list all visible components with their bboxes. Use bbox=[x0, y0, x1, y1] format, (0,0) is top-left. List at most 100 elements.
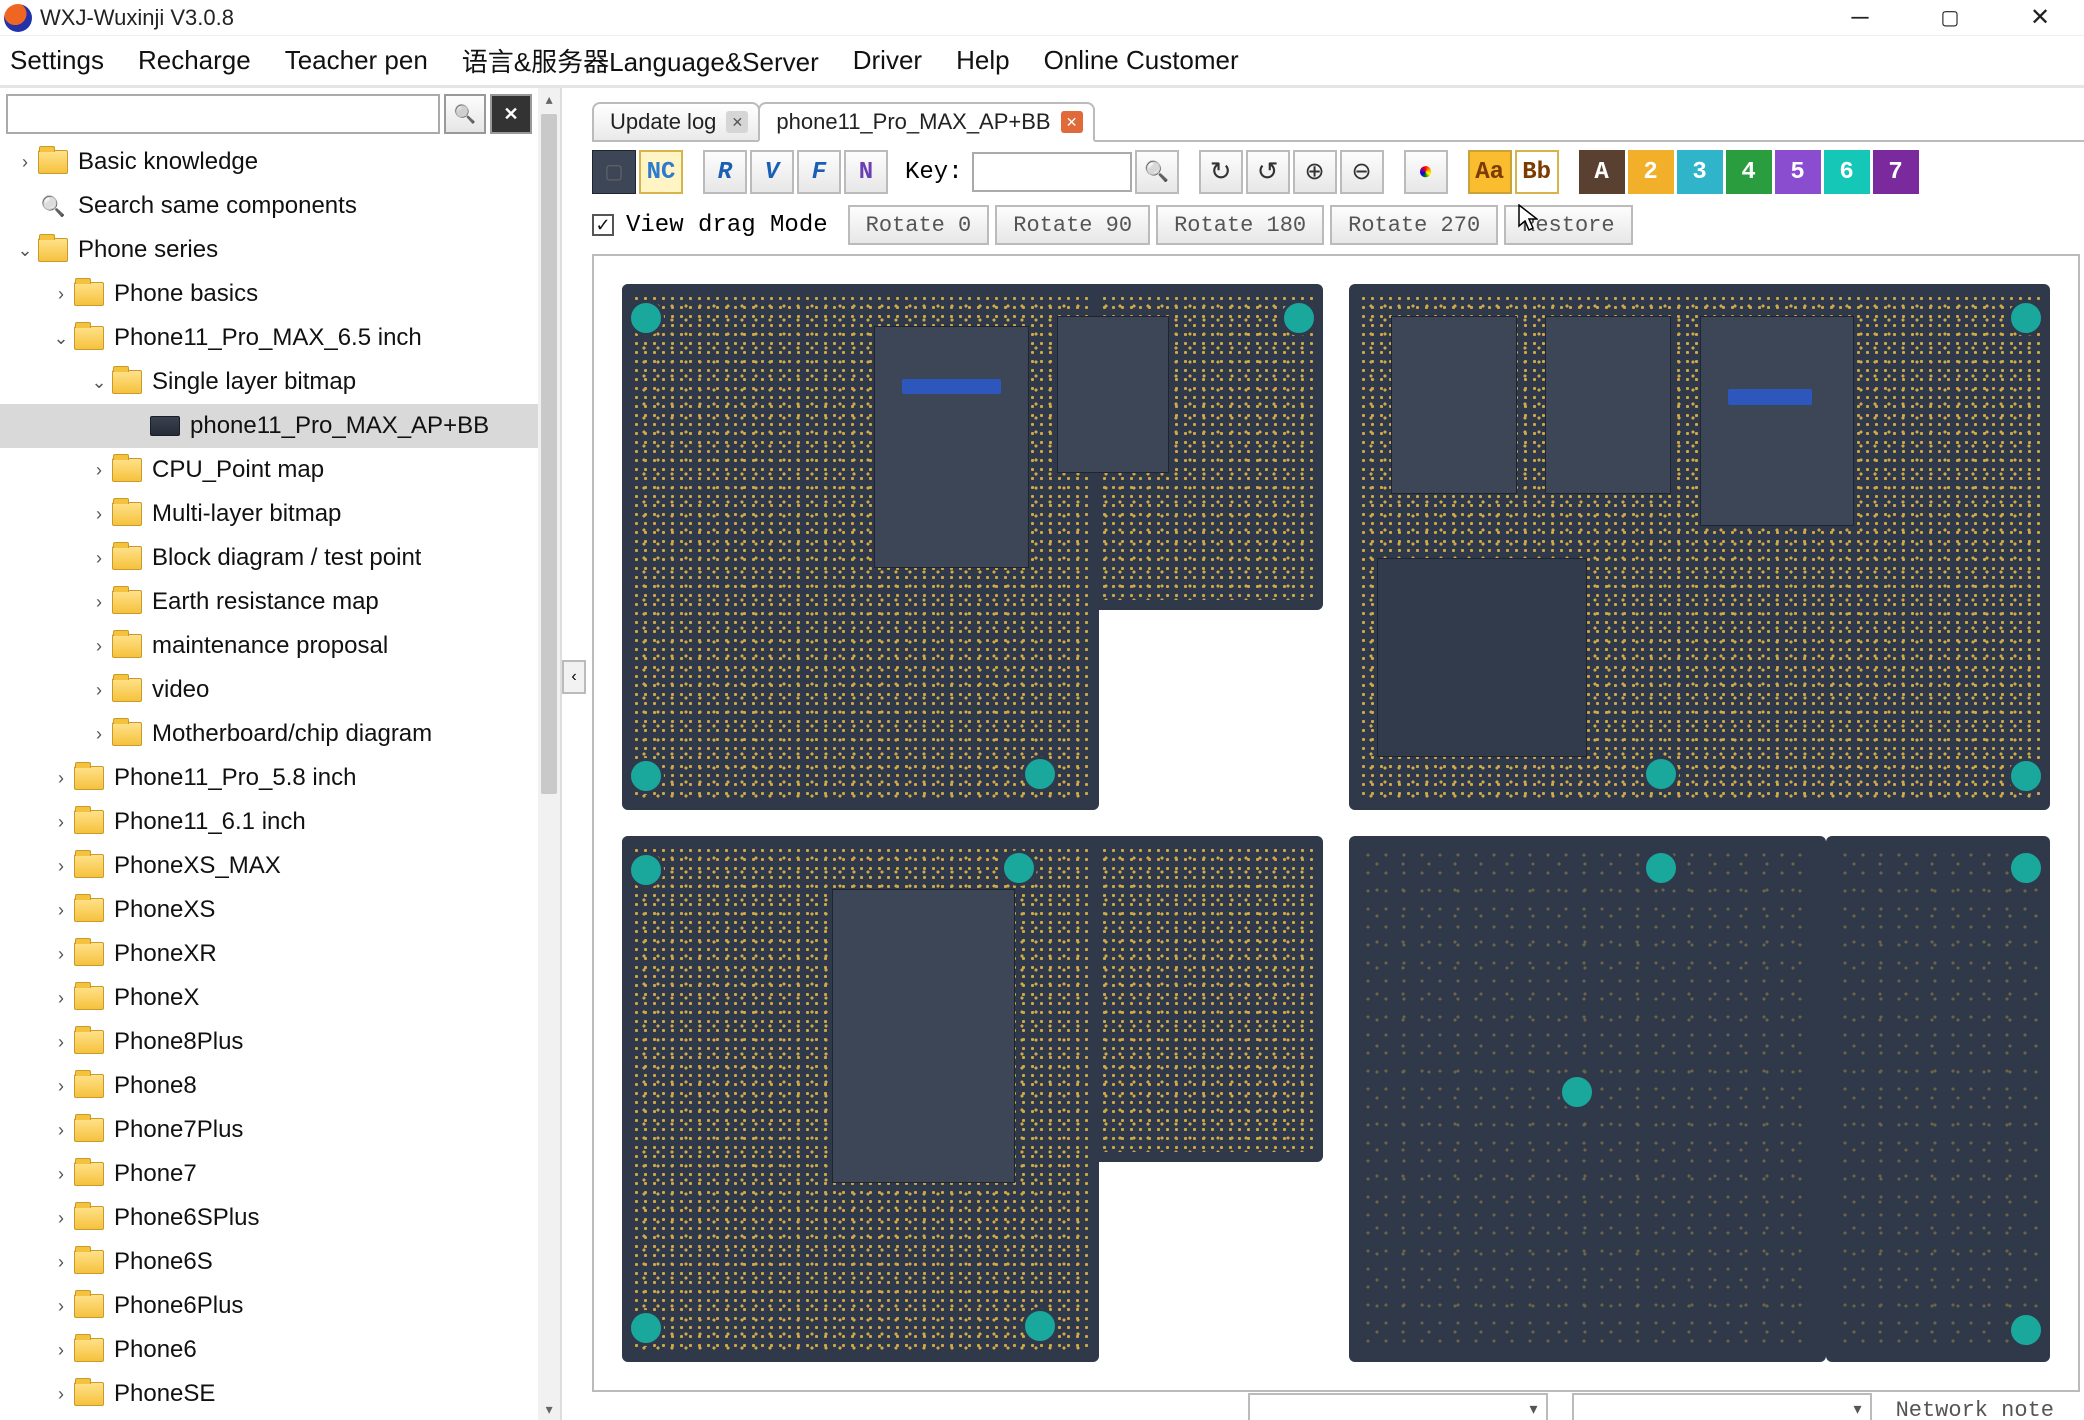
chevron-down-icon[interactable] bbox=[86, 372, 112, 393]
text-aa-button[interactable]: Aa bbox=[1468, 150, 1512, 194]
tree-row[interactable]: video bbox=[0, 668, 538, 712]
sidebar-search-input[interactable] bbox=[6, 94, 440, 134]
rotate-cw-icon-button[interactable] bbox=[1199, 150, 1243, 194]
tree-row[interactable]: Phone7 bbox=[0, 1152, 538, 1196]
tree-row[interactable]: Phone11_Pro_MAX_6.5 inch bbox=[0, 316, 538, 360]
menu-help[interactable]: Help bbox=[956, 45, 1009, 76]
chevron-right-icon[interactable] bbox=[86, 636, 112, 657]
layer-swatch-7[interactable]: 7 bbox=[1873, 150, 1919, 194]
tree-row[interactable]: phone11_Pro_MAX_AP+BB bbox=[0, 404, 538, 448]
n-button[interactable]: N bbox=[844, 150, 888, 194]
tree-row[interactable]: Phone6Plus bbox=[0, 1284, 538, 1328]
layer-swatch-6[interactable]: 6 bbox=[1824, 150, 1870, 194]
tree-row[interactable]: Basic knowledge bbox=[0, 140, 538, 184]
chevron-right-icon[interactable] bbox=[48, 1032, 74, 1053]
chevron-right-icon[interactable] bbox=[48, 900, 74, 921]
chevron-right-icon[interactable] bbox=[48, 1296, 74, 1317]
tree-row[interactable]: Phone series bbox=[0, 228, 538, 272]
scroll-down-icon[interactable] bbox=[538, 1398, 560, 1420]
board-canvas[interactable] bbox=[592, 254, 2080, 1392]
tree-row[interactable]: PhoneSE bbox=[0, 1372, 538, 1416]
tab-update-log[interactable]: Update log bbox=[592, 102, 760, 142]
tree-row[interactable]: Phone11_6.1 inch bbox=[0, 800, 538, 844]
tree-row[interactable]: Phone6 bbox=[0, 1328, 538, 1372]
footer-dropdown-2[interactable] bbox=[1572, 1393, 1872, 1420]
chevron-right-icon[interactable] bbox=[48, 988, 74, 1009]
chevron-right-icon[interactable] bbox=[48, 1164, 74, 1185]
tree-row[interactable]: PhoneXS_MAX bbox=[0, 844, 538, 888]
scroll-thumb[interactable] bbox=[541, 114, 557, 794]
sidebar-collapse-handle[interactable] bbox=[562, 660, 586, 694]
menu-teacher-pen[interactable]: Teacher pen bbox=[285, 45, 428, 76]
tree-row[interactable]: Phone7Plus bbox=[0, 1108, 538, 1152]
chevron-right-icon[interactable] bbox=[48, 1208, 74, 1229]
close-window-button[interactable] bbox=[2018, 3, 2062, 33]
chevron-right-icon[interactable] bbox=[48, 812, 74, 833]
sidebar-scrollbar[interactable] bbox=[538, 88, 560, 1420]
tree-row[interactable]: PhoneXR bbox=[0, 932, 538, 976]
chevron-right-icon[interactable] bbox=[48, 1120, 74, 1141]
zoom-out-icon-button[interactable] bbox=[1340, 150, 1384, 194]
pcb-view-top-back[interactable] bbox=[1349, 284, 2050, 810]
footer-dropdown-1[interactable] bbox=[1248, 1393, 1548, 1420]
menu-language-server[interactable]: 语言&服务器Language&Server bbox=[462, 42, 819, 79]
chevron-right-icon[interactable] bbox=[86, 460, 112, 481]
scroll-up-icon[interactable] bbox=[538, 88, 560, 110]
tree-row[interactable]: Phone6SPlus bbox=[0, 1196, 538, 1240]
tree-row[interactable]: maintenance proposal bbox=[0, 624, 538, 668]
rotate-90-button[interactable]: Rotate 90 bbox=[995, 205, 1150, 245]
tab-close-icon[interactable] bbox=[1061, 111, 1083, 133]
tree-row[interactable]: PhoneX bbox=[0, 976, 538, 1020]
tree-row[interactable]: Earth resistance map bbox=[0, 580, 538, 624]
tab-board-view[interactable]: phone11_Pro_MAX_AP+BB bbox=[758, 102, 1094, 142]
chevron-right-icon[interactable] bbox=[86, 592, 112, 613]
menu-settings[interactable]: Settings bbox=[10, 45, 104, 76]
tree-row[interactable]: Motherboard/chip diagram bbox=[0, 712, 538, 756]
key-input[interactable] bbox=[972, 152, 1132, 192]
v-button[interactable]: V bbox=[750, 150, 794, 194]
menu-online-customer[interactable]: Online Customer bbox=[1044, 45, 1239, 76]
f-button[interactable]: F bbox=[797, 150, 841, 194]
chevron-right-icon[interactable] bbox=[48, 1384, 74, 1405]
text-bb-button[interactable]: Bb bbox=[1515, 150, 1559, 194]
rotate-ccw-icon-button[interactable] bbox=[1246, 150, 1290, 194]
minimize-button[interactable] bbox=[1838, 3, 1882, 33]
rotate-270-button[interactable]: Rotate 270 bbox=[1330, 205, 1498, 245]
chevron-right-icon[interactable] bbox=[48, 1252, 74, 1273]
chevron-right-icon[interactable] bbox=[48, 856, 74, 877]
chevron-down-icon[interactable] bbox=[12, 240, 38, 261]
chevron-down-icon[interactable] bbox=[48, 328, 74, 349]
pcb-view-bottom-front[interactable] bbox=[622, 836, 1323, 1362]
tree-row[interactable]: Phone8Plus bbox=[0, 1020, 538, 1064]
color-palette-icon-button[interactable] bbox=[1404, 150, 1448, 194]
tree-row[interactable]: Single layer bitmap bbox=[0, 360, 538, 404]
tree-row[interactable]: Phone11_Pro_5.8 inch bbox=[0, 756, 538, 800]
chevron-right-icon[interactable] bbox=[86, 548, 112, 569]
chevron-right-icon[interactable] bbox=[48, 1340, 74, 1361]
layer-swatch-3[interactable]: 3 bbox=[1677, 150, 1723, 194]
zoom-in-icon-button[interactable] bbox=[1293, 150, 1337, 194]
chevron-right-icon[interactable] bbox=[86, 680, 112, 701]
menu-driver[interactable]: Driver bbox=[853, 45, 922, 76]
r-button[interactable]: R bbox=[703, 150, 747, 194]
layer-swatch-5[interactable]: 5 bbox=[1775, 150, 1821, 194]
pcb-view-top-front[interactable] bbox=[622, 284, 1323, 810]
sidebar-search-button[interactable] bbox=[444, 94, 486, 134]
layer-swatch-4[interactable]: 4 bbox=[1726, 150, 1772, 194]
tree-row[interactable]: PhoneXS bbox=[0, 888, 538, 932]
chevron-right-icon[interactable] bbox=[86, 504, 112, 525]
sidebar-clear-button[interactable] bbox=[490, 94, 532, 134]
layer-swatch-2[interactable]: 2 bbox=[1628, 150, 1674, 194]
tree-row[interactable]: Search same components bbox=[0, 184, 538, 228]
chip-icon-button[interactable] bbox=[592, 150, 636, 194]
chevron-right-icon[interactable] bbox=[86, 724, 112, 745]
pcb-view-bottom-back[interactable] bbox=[1349, 836, 2050, 1362]
tree-row[interactable]: Multi-layer bitmap bbox=[0, 492, 538, 536]
tree-row[interactable]: Phone basics bbox=[0, 272, 538, 316]
chevron-right-icon[interactable] bbox=[48, 1076, 74, 1097]
chevron-right-icon[interactable] bbox=[48, 944, 74, 965]
chevron-right-icon[interactable] bbox=[12, 152, 38, 173]
tree-row[interactable]: Block diagram / test point bbox=[0, 536, 538, 580]
nc-button[interactable]: NC bbox=[639, 150, 683, 194]
rotate-0-button[interactable]: Rotate 0 bbox=[848, 205, 990, 245]
